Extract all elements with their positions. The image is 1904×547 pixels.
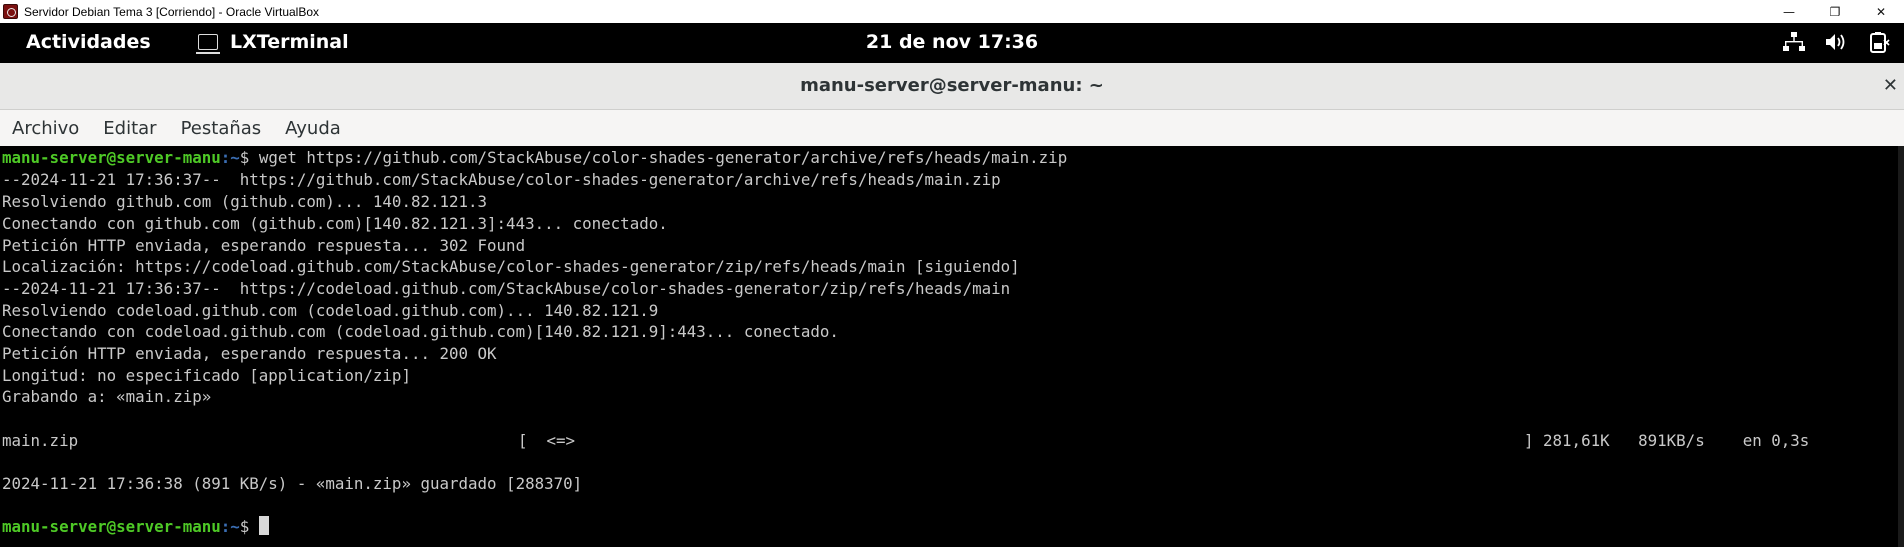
- system-tray[interactable]: [1782, 31, 1890, 53]
- network-icon[interactable]: [1782, 31, 1806, 53]
- menu-ayuda[interactable]: Ayuda: [285, 118, 341, 139]
- saved-line: 2024-11-21 17:36:38 (891 KB/s) - «main.z…: [2, 474, 583, 493]
- command-text: wget https://github.com/StackAbuse/color…: [258, 148, 1068, 167]
- battery-icon[interactable]: [1866, 31, 1890, 53]
- prompt-symbol: $: [239, 517, 259, 536]
- terminal-scrollbar[interactable]: [1898, 146, 1904, 547]
- output-line: Resolviendo github.com (github.com)... 1…: [2, 192, 488, 211]
- app-menu-button[interactable]: LXTerminal: [196, 31, 349, 54]
- output-line: --2024-11-21 17:36:37-- https://github.c…: [2, 170, 1001, 189]
- prompt-user: manu-server@server-manu: [2, 517, 221, 536]
- app-name: LXTerminal: [230, 31, 349, 53]
- progress-bar: [ <=>: [518, 431, 576, 450]
- host-window-title: Servidor Debian Tema 3 [Corriendo] - Ora…: [24, 4, 320, 19]
- restore-button[interactable]: ❐: [1812, 0, 1858, 23]
- progress-stats: ] 281,61K 891KB/s en 0,3s: [1524, 431, 1810, 450]
- prompt-user: manu-server@server-manu: [2, 148, 221, 167]
- terminal-output[interactable]: manu-server@server-manu:~$ wget https://…: [0, 146, 1898, 547]
- virtualbox-icon: [3, 4, 18, 19]
- host-close-button[interactable]: ✕: [1858, 0, 1904, 23]
- text-cursor: [258, 516, 269, 535]
- terminal-header-bar: manu-server@server-manu: ~ ✕: [0, 63, 1904, 110]
- menu-archivo[interactable]: Archivo: [12, 118, 79, 139]
- prompt-dir: :~: [220, 517, 240, 536]
- volume-icon[interactable]: [1824, 31, 1848, 53]
- menu-editar[interactable]: Editar: [103, 118, 156, 139]
- output-line: --2024-11-21 17:36:37-- https://codeload…: [2, 279, 1011, 298]
- gnome-top-bar: 21 de nov 17:36 Actividades LXTerminal: [0, 23, 1904, 63]
- output-line: Petición HTTP enviada, esperando respues…: [2, 236, 526, 255]
- terminal-menu-bar: Archivo Editar Pestañas Ayuda: [0, 110, 1904, 146]
- activities-button[interactable]: Actividades: [26, 31, 151, 53]
- prompt-dir: :~: [220, 148, 240, 167]
- output-line: Petición HTTP enviada, esperando respues…: [2, 344, 497, 363]
- host-window-controls: — ❐ ✕: [1766, 0, 1904, 23]
- progress-filename: main.zip: [2, 431, 79, 450]
- terminal-close-button[interactable]: ✕: [1883, 75, 1898, 96]
- terminal-window-title: manu-server@server-manu: ~: [800, 75, 1104, 96]
- prompt-line: manu-server@server-manu:~$: [2, 516, 269, 538]
- menu-pestanas[interactable]: Pestañas: [181, 118, 262, 139]
- output-line: Conectando con github.com (github.com)[1…: [2, 214, 668, 233]
- command-line: manu-server@server-manu:~$ wget https://…: [2, 147, 1067, 169]
- output-line: Longitud: no especificado [application/z…: [2, 366, 411, 385]
- host-title-bar: Servidor Debian Tema 3 [Corriendo] - Ora…: [0, 0, 1904, 23]
- output-line: Localización: https://codeload.github.co…: [2, 257, 1020, 276]
- output-line: Grabando a: «main.zip»: [2, 387, 212, 406]
- output-line: Conectando con codeload.github.com (code…: [2, 322, 839, 341]
- output-line: Resolviendo codeload.github.com (codeloa…: [2, 301, 659, 320]
- minimize-button[interactable]: —: [1766, 0, 1812, 23]
- prompt-symbol: $: [239, 148, 259, 167]
- terminal-icon: [196, 34, 220, 54]
